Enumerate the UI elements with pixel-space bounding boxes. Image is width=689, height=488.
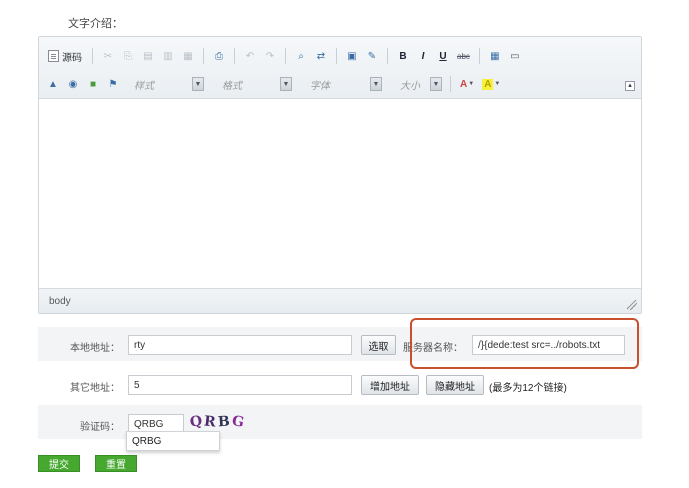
italic-button[interactable]: I [415, 47, 431, 65]
submit-button[interactable]: 提交 [38, 455, 80, 472]
image-icon[interactable]: ▲ [45, 75, 61, 93]
media-icon[interactable]: ■ [85, 75, 101, 93]
size-combo-label: 大小 [400, 80, 420, 92]
chevron-down-icon: ▼ [192, 77, 204, 91]
font-combo[interactable]: 字体 ▼ [301, 76, 383, 93]
remove-format-icon[interactable]: ✎ [364, 47, 380, 65]
address-limit-hint: (最多为12个链接) [489, 383, 567, 394]
toolbar-separator [234, 48, 235, 64]
text-color-icon: A [460, 78, 468, 90]
editor-statusbar: body [39, 288, 641, 313]
style-combo[interactable]: 样式 ▼ [125, 76, 205, 93]
undo-icon[interactable]: ↶ [242, 47, 258, 65]
toolbar-separator [285, 48, 286, 64]
copy-icon[interactable]: ⎘ [120, 47, 136, 65]
other-address-input[interactable] [128, 375, 352, 395]
paste-word-icon[interactable]: ▦ [180, 47, 196, 65]
autocomplete-dropdown: QRBG [126, 431, 220, 451]
chevron-down-icon: ▼ [370, 77, 382, 91]
chevron-down-icon: ▼ [468, 81, 475, 87]
paste-text-icon[interactable]: ▥ [160, 47, 176, 65]
toolbar-separator [92, 48, 93, 64]
toolbar-separator [387, 48, 388, 64]
chevron-down-icon: ▼ [430, 77, 442, 91]
source-label: 源码 [62, 52, 82, 64]
strikethrough-button[interactable]: abc [455, 47, 472, 65]
toolbar-separator [450, 76, 451, 92]
anchor-flag-icon[interactable]: ⚑ [105, 75, 121, 93]
paste-icon[interactable]: ▤ [140, 47, 156, 65]
underline-button[interactable]: U [435, 47, 451, 65]
flash-icon[interactable]: ◉ [65, 75, 81, 93]
highlight-annotation [410, 318, 639, 369]
table-icon[interactable]: ▦ [487, 47, 503, 65]
reset-button[interactable]: 重置 [95, 455, 137, 472]
source-icon [48, 50, 59, 62]
toolbar-row-2: ▲ ◉ ■ ⚑ 样式 ▼ 格式 ▼ 字体 ▼ 大小 ▼ A ▼ A ▼ [45, 73, 502, 95]
autocomplete-option[interactable]: QRBG [132, 436, 214, 447]
local-address-label: 本地地址： [70, 343, 120, 354]
select-file-button[interactable]: 选取 [361, 335, 396, 355]
captcha-label: 验证码： [80, 422, 120, 433]
chevron-down-icon: ▼ [280, 77, 292, 91]
resize-handle-icon[interactable] [627, 300, 637, 310]
other-address-label: 其它地址： [70, 383, 120, 394]
size-combo[interactable]: 大小 ▼ [391, 76, 443, 93]
hide-address-button[interactable]: 隐藏地址 [426, 375, 484, 395]
captcha-char: R [203, 413, 217, 431]
local-address-input[interactable] [128, 335, 352, 355]
bold-button[interactable]: B [395, 47, 411, 65]
print-icon[interactable]: ⎙ [211, 47, 227, 65]
horizontal-rule-icon[interactable]: ▭ [507, 47, 523, 65]
font-combo-label: 字体 [310, 80, 330, 92]
bg-color-icon: A [482, 78, 494, 90]
add-address-button[interactable]: 增加地址 [361, 375, 419, 395]
rich-text-editor: 源码 ✂ ⎘ ▤ ▥ ▦ ⎙ ↶ ↷ ⌕ ⇄ ▣ ✎ B I U abc ▦ ▭… [38, 36, 642, 314]
toolbar-separator [336, 48, 337, 64]
cut-icon[interactable]: ✂ [100, 47, 116, 65]
toolbar-separator [203, 48, 204, 64]
source-button[interactable]: 源码 [45, 49, 85, 64]
text-color-button[interactable]: A ▼ [458, 76, 476, 92]
redo-icon[interactable]: ↷ [262, 47, 278, 65]
section-label: 文字介绍： [68, 18, 123, 30]
format-combo[interactable]: 格式 ▼ [213, 76, 293, 93]
collapse-toolbar-button[interactable]: ▴ [625, 81, 635, 91]
captcha-char: G [230, 413, 245, 431]
style-combo-label: 样式 [134, 80, 154, 92]
captcha-char: Q [188, 413, 204, 431]
captcha-char: B [217, 413, 231, 431]
format-combo-label: 格式 [222, 80, 242, 92]
editor-content-area[interactable] [39, 100, 641, 288]
element-path[interactable]: body [49, 296, 71, 307]
replace-icon[interactable]: ⇄ [313, 47, 329, 65]
editor-toolbar: 源码 ✂ ⎘ ▤ ▥ ▦ ⎙ ↶ ↷ ⌕ ⇄ ▣ ✎ B I U abc ▦ ▭… [39, 37, 641, 99]
captcha-image[interactable]: Q R B G [188, 412, 245, 432]
find-icon[interactable]: ⌕ [293, 47, 309, 65]
toolbar-separator [478, 48, 480, 64]
toolbar-row-1: 源码 ✂ ⎘ ▤ ▥ ▦ ⎙ ↶ ↷ ⌕ ⇄ ▣ ✎ B I U abc ▦ ▭ [45, 45, 523, 67]
select-all-icon[interactable]: ▣ [344, 47, 360, 65]
bg-color-button[interactable]: A ▼ [480, 76, 502, 92]
chevron-down-icon: ▼ [494, 81, 501, 87]
